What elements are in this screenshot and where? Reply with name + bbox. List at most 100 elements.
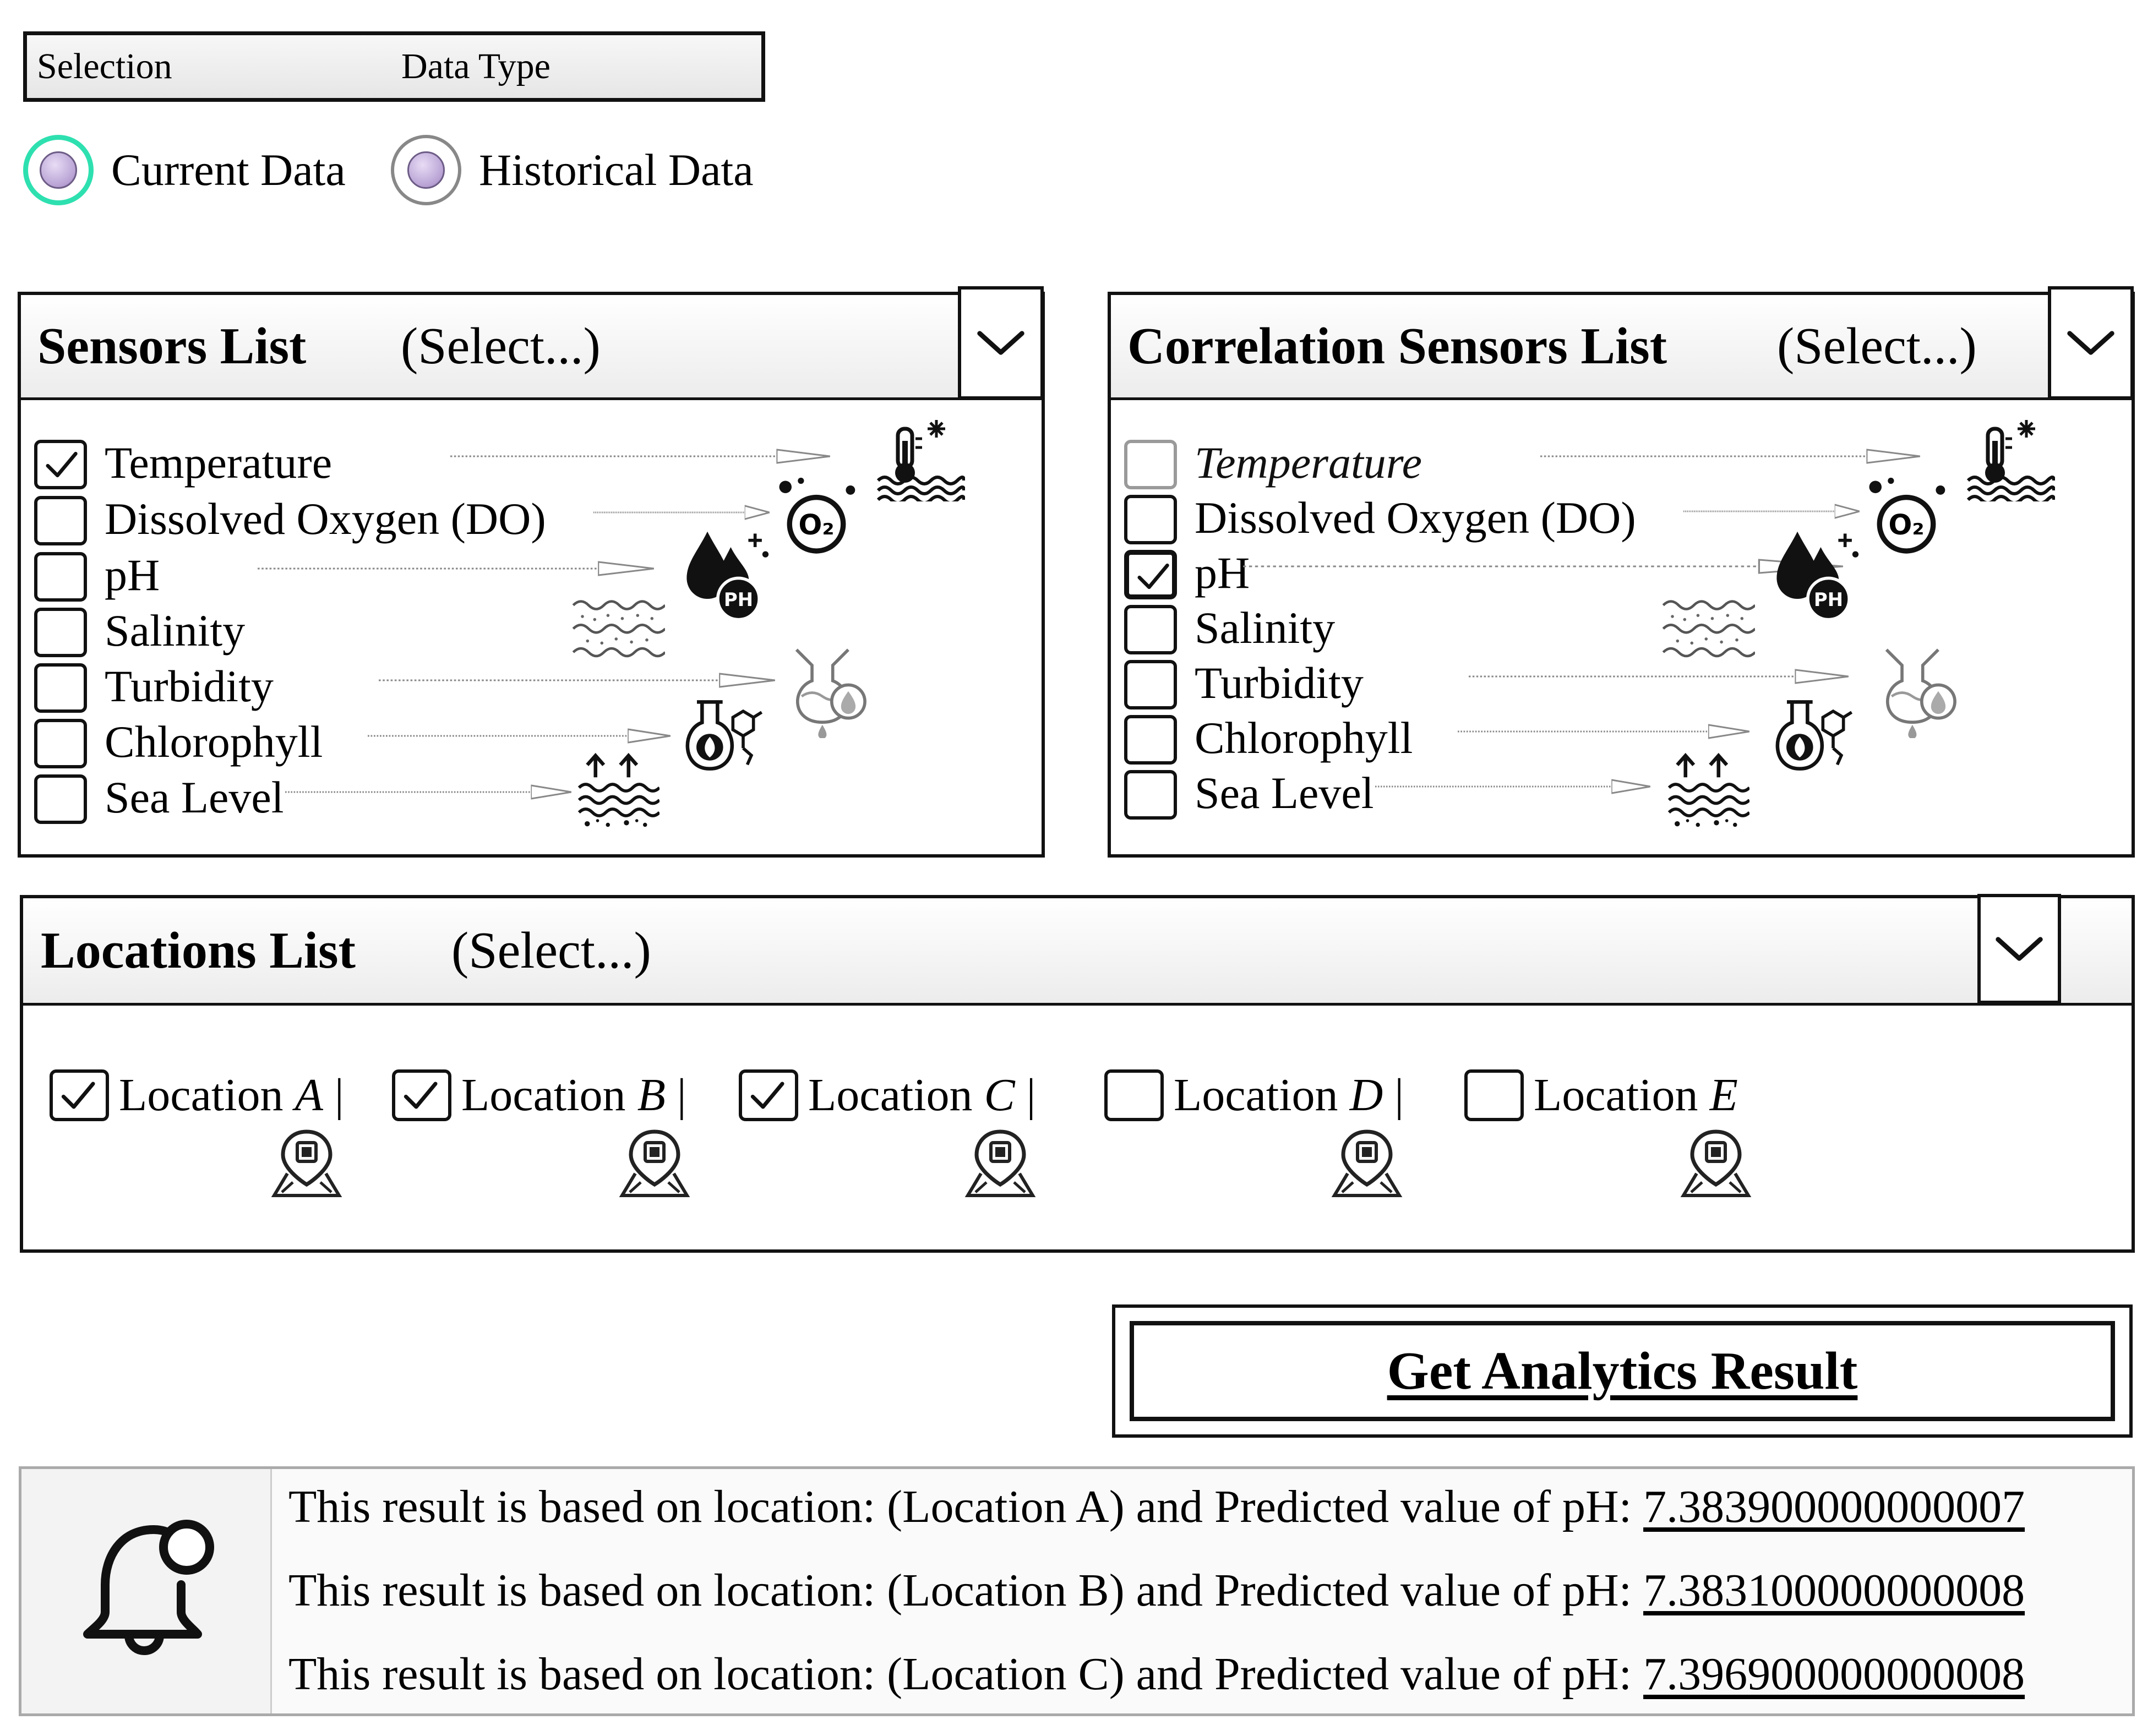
checkbox-checked[interactable] (34, 440, 87, 489)
location-label: Location D | (1174, 1069, 1404, 1121)
locations-list-header[interactable]: Locations List (Select...) (23, 898, 2132, 1006)
connector-arrow (285, 784, 571, 800)
connector-arrow (1375, 779, 1650, 794)
locations-list-select[interactable]: (Select...) (451, 898, 651, 1003)
chevron-down-icon (2064, 327, 2117, 359)
sensor-label: pH (105, 550, 160, 600)
sensors-list-header[interactable]: Sensors List (Select...) (21, 295, 1042, 400)
result-panel: This result is based on location: (Locat… (19, 1466, 2135, 1716)
connector-arrow (1243, 559, 1843, 574)
connector-arrow (593, 505, 770, 520)
predicted-value-link[interactable]: 7.383900000000007 (1643, 1481, 2025, 1532)
correlation-sensors-title: Correlation Sensors List (1127, 318, 1667, 375)
corr-label: Dissolved Oxygen (DO) (1195, 493, 1636, 543)
corr-label: pH (1195, 548, 1250, 598)
result-line-a: This result is based on location: (Locat… (288, 1481, 2025, 1532)
location-label: Location C | (808, 1069, 1036, 1121)
checkbox-checked[interactable] (1124, 550, 1177, 599)
data-type-label: Data Type (401, 46, 550, 86)
location-pin-icon (271, 1127, 342, 1199)
corr-label: Sea Level (1195, 768, 1374, 818)
predicted-value-link[interactable]: 7.383100000000008 (1643, 1565, 2025, 1616)
turbidity-flask-icon (786, 639, 874, 738)
connector-arrow (1458, 724, 1749, 739)
location-label: Location E (1534, 1069, 1738, 1121)
location-pin-icon (964, 1127, 1036, 1199)
checkbox[interactable] (1124, 660, 1177, 709)
sensors-list-title: Sensors List (37, 318, 307, 375)
checkbox[interactable] (34, 608, 87, 657)
sea-level-rise-icon (577, 746, 659, 829)
corr-label: Turbidity (1195, 658, 1364, 708)
sensor-label: Salinity (105, 605, 246, 656)
connector-arrow (368, 728, 671, 744)
location-pin-icon (1331, 1127, 1403, 1199)
checkbox[interactable] (34, 552, 87, 602)
oxygen-bubbles-icon (775, 477, 858, 559)
checkbox[interactable] (1124, 715, 1177, 765)
checkbox[interactable] (34, 774, 87, 824)
checkbox[interactable] (1124, 605, 1177, 654)
locations-dropdown-button[interactable] (1977, 894, 2061, 1004)
sensor-label: Turbidity (105, 661, 274, 711)
thermometer-water-icon (877, 419, 965, 501)
checkbox[interactable] (34, 496, 87, 545)
corr-label: Temperature (1195, 438, 1422, 488)
turbidity-flask-icon (1876, 639, 1964, 738)
checkbox-checked[interactable] (392, 1069, 451, 1121)
location-item-d[interactable]: Location D | (1104, 1065, 1413, 1126)
chevron-down-icon (1993, 933, 2046, 965)
get-analytics-result-button[interactable]: Get Analytics Result (1112, 1304, 2133, 1438)
location-item-c[interactable]: Location C | (739, 1065, 1047, 1126)
radio-button-unselected[interactable] (391, 135, 461, 205)
connector-arrow (258, 561, 654, 576)
checkbox[interactable] (34, 719, 87, 768)
location-item-e[interactable]: Location E (1464, 1065, 1773, 1126)
sensor-label: Sea Level (105, 772, 284, 822)
sensors-list-panel: Sensors List (Select...) Temperature Dis… (18, 292, 1045, 858)
correlation-sensors-select[interactable]: (Select...) (1777, 295, 1977, 397)
ph-drops-icon (1772, 526, 1860, 620)
checkbox[interactable] (1104, 1069, 1164, 1121)
ph-drops-icon (682, 526, 770, 620)
selection-label: Selection (37, 46, 172, 86)
radio-historical-data[interactable]: Historical Data (391, 135, 776, 212)
sensors-list-select[interactable]: (Select...) (401, 295, 601, 397)
salinity-waves-icon (571, 595, 665, 667)
sensor-label: Dissolved Oxygen (DO) (105, 494, 546, 544)
notification-bell-icon (71, 1508, 236, 1673)
location-pin-icon (1680, 1127, 1752, 1199)
location-label: Location A | (119, 1069, 344, 1121)
checkbox[interactable] (1124, 770, 1177, 820)
checkbox[interactable] (1464, 1069, 1524, 1121)
checkbox[interactable] (1124, 495, 1177, 544)
correlation-dropdown-button[interactable] (2048, 286, 2134, 400)
chlorophyll-leaf-flask-icon (676, 697, 764, 774)
connector-arrow (379, 673, 775, 688)
location-item-b[interactable]: Location B | (392, 1065, 700, 1126)
corr-label: Salinity (1195, 603, 1336, 653)
checkbox[interactable] (34, 663, 87, 713)
chevron-down-icon (974, 327, 1027, 359)
radio-label-historical: Historical Data (479, 145, 754, 195)
location-item-a[interactable]: Location A | (50, 1065, 358, 1126)
thermometer-water-icon (1967, 419, 2055, 501)
location-label: Location B | (461, 1069, 686, 1121)
corr-label: Chlorophyll (1195, 713, 1413, 763)
radio-button-selected[interactable] (23, 135, 94, 205)
checkbox-checked[interactable] (739, 1069, 798, 1121)
correlation-sensors-header[interactable]: Correlation Sensors List (Select...) (1111, 295, 2132, 400)
connector-arrow (450, 449, 830, 464)
checkbox-checked[interactable] (50, 1069, 109, 1121)
radio-current-data[interactable]: Current Data (23, 135, 381, 212)
connector-arrow (1540, 449, 1920, 464)
locations-list-title: Locations List (41, 922, 356, 979)
predicted-value-link[interactable]: 7.396900000000008 (1643, 1648, 2025, 1700)
checkbox-disabled[interactable] (1124, 440, 1177, 489)
chlorophyll-leaf-flask-icon (1766, 697, 1854, 774)
correlation-sensors-panel: Correlation Sensors List (Select...) Tem… (1108, 292, 2135, 858)
get-analytics-result-label: Get Analytics Result (1130, 1321, 2115, 1421)
sensor-label: Chlorophyll (105, 717, 323, 767)
notification-area (21, 1469, 272, 1713)
sensors-dropdown-button[interactable] (958, 286, 1044, 400)
